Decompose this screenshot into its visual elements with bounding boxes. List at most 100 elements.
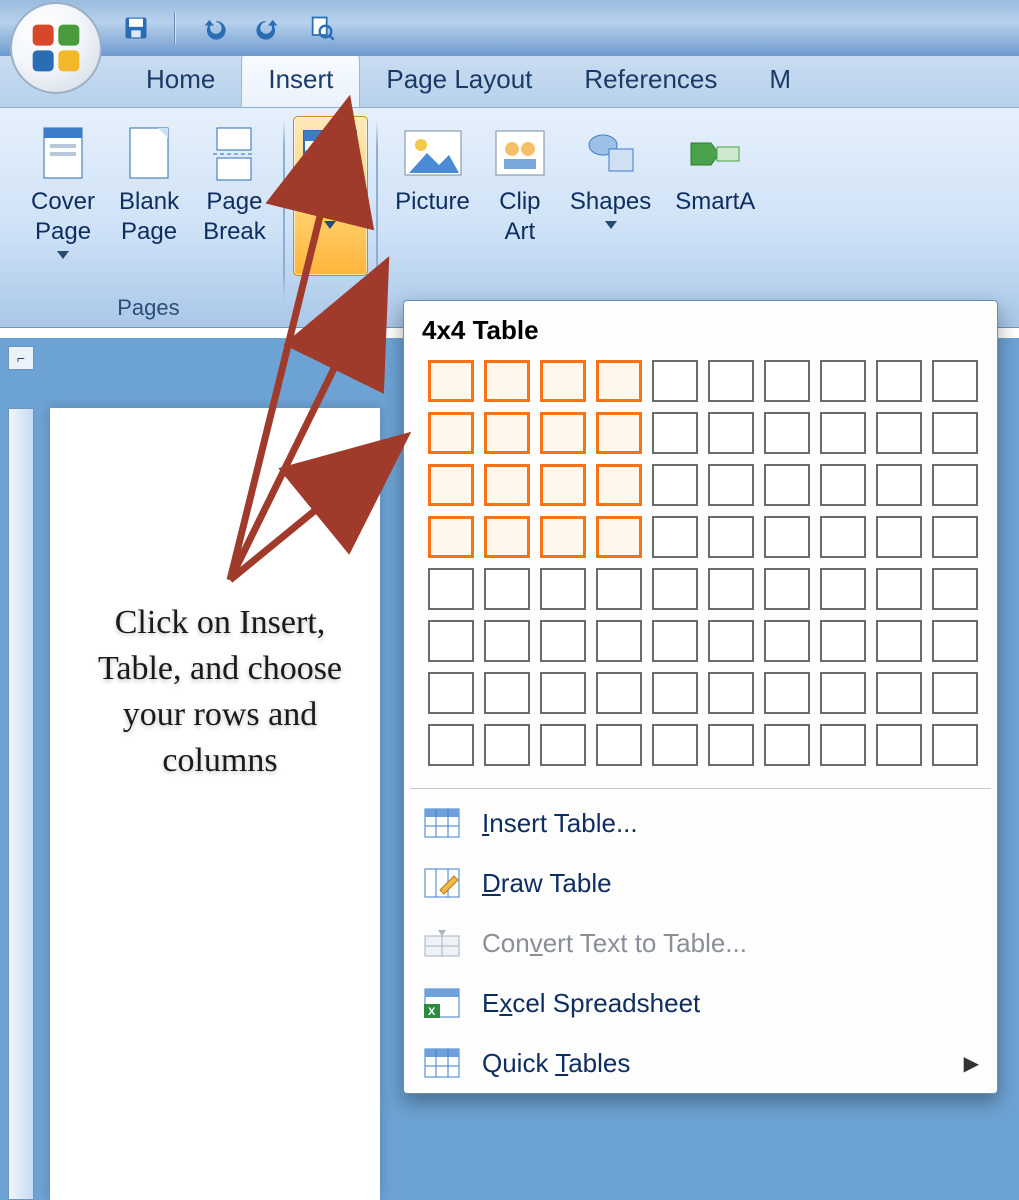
table-grid-cell[interactable]: [428, 412, 474, 454]
table-grid-cell[interactable]: [596, 672, 642, 714]
table-grid-cell[interactable]: [428, 724, 474, 766]
table-grid-cell[interactable]: [932, 568, 978, 610]
table-grid-cell[interactable]: [876, 568, 922, 610]
table-grid-cell[interactable]: [764, 464, 810, 506]
tab-mailings-truncated[interactable]: M: [743, 54, 817, 107]
table-grid-cell[interactable]: [484, 412, 530, 454]
table-grid-cell[interactable]: [764, 568, 810, 610]
table-grid-cell[interactable]: [708, 620, 754, 662]
menu-item-excel-spreadsheet[interactable]: XExcel Spreadsheet: [404, 973, 997, 1033]
save-button[interactable]: [120, 12, 152, 44]
menu-item-draw-table[interactable]: Draw Table: [404, 853, 997, 913]
table-grid-cell[interactable]: [428, 464, 474, 506]
table-grid-cell[interactable]: [540, 620, 586, 662]
table-size-grid[interactable]: [404, 356, 997, 784]
office-button[interactable]: [10, 2, 102, 94]
table-grid-cell[interactable]: [708, 412, 754, 454]
table-grid-cell[interactable]: [708, 516, 754, 558]
vertical-ruler[interactable]: [8, 408, 34, 1200]
table-grid-cell[interactable]: [764, 724, 810, 766]
ruler-corner[interactable]: ⌐: [8, 346, 34, 370]
table-grid-cell[interactable]: [484, 516, 530, 558]
table-grid-cell[interactable]: [932, 464, 978, 506]
table-grid-cell[interactable]: [708, 568, 754, 610]
table-grid-cell[interactable]: [876, 516, 922, 558]
shapes-button[interactable]: Shapes: [561, 116, 660, 276]
table-grid-cell[interactable]: [820, 672, 866, 714]
table-grid-cell[interactable]: [484, 620, 530, 662]
table-grid-cell[interactable]: [932, 620, 978, 662]
table-grid-cell[interactable]: [484, 672, 530, 714]
tab-page-layout[interactable]: Page Layout: [360, 54, 558, 107]
page-break-button[interactable]: Page Break: [194, 116, 275, 276]
table-grid-cell[interactable]: [820, 464, 866, 506]
table-grid-cell[interactable]: [540, 464, 586, 506]
table-grid-cell[interactable]: [596, 360, 642, 402]
clip-art-button[interactable]: Clip Art: [485, 116, 555, 276]
tab-home[interactable]: Home: [120, 54, 241, 107]
table-grid-cell[interactable]: [932, 672, 978, 714]
table-grid-cell[interactable]: [820, 724, 866, 766]
table-grid-cell[interactable]: [876, 412, 922, 454]
table-grid-cell[interactable]: [428, 568, 474, 610]
document-page[interactable]: [50, 408, 380, 1200]
table-grid-cell[interactable]: [540, 412, 586, 454]
print-preview-button[interactable]: [306, 12, 338, 44]
undo-button[interactable]: [198, 12, 230, 44]
table-grid-cell[interactable]: [596, 620, 642, 662]
table-grid-cell[interactable]: [764, 412, 810, 454]
table-grid-cell[interactable]: [932, 724, 978, 766]
table-grid-cell[interactable]: [652, 724, 698, 766]
redo-button[interactable]: [252, 12, 284, 44]
table-grid-cell[interactable]: [876, 724, 922, 766]
table-grid-cell[interactable]: [932, 412, 978, 454]
table-grid-cell[interactable]: [652, 568, 698, 610]
menu-item-quick-tables[interactable]: Quick Tables▶: [404, 1033, 997, 1093]
table-grid-cell[interactable]: [708, 724, 754, 766]
table-grid-cell[interactable]: [540, 360, 586, 402]
table-grid-cell[interactable]: [708, 360, 754, 402]
table-grid-cell[interactable]: [652, 620, 698, 662]
table-grid-cell[interactable]: [652, 464, 698, 506]
blank-page-button[interactable]: Blank Page: [110, 116, 188, 276]
table-grid-cell[interactable]: [484, 568, 530, 610]
tab-references[interactable]: References: [558, 54, 743, 107]
smartart-button[interactable]: SmartA: [666, 116, 764, 276]
table-grid-cell[interactable]: [876, 464, 922, 506]
table-grid-cell[interactable]: [428, 672, 474, 714]
table-grid-cell[interactable]: [764, 672, 810, 714]
table-grid-cell[interactable]: [652, 360, 698, 402]
picture-button[interactable]: Picture: [386, 116, 479, 276]
table-grid-cell[interactable]: [484, 360, 530, 402]
table-grid-cell[interactable]: [428, 360, 474, 402]
table-grid-cell[interactable]: [820, 568, 866, 610]
table-grid-cell[interactable]: [484, 464, 530, 506]
table-grid-cell[interactable]: [596, 412, 642, 454]
table-grid-cell[interactable]: [708, 672, 754, 714]
table-grid-cell[interactable]: [596, 464, 642, 506]
menu-item-insert-table[interactable]: Insert Table...: [404, 793, 997, 853]
tab-insert[interactable]: Insert: [241, 53, 360, 107]
table-button[interactable]: Table: [293, 116, 368, 276]
table-grid-cell[interactable]: [932, 516, 978, 558]
table-grid-cell[interactable]: [876, 620, 922, 662]
table-grid-cell[interactable]: [876, 360, 922, 402]
cover-page-button[interactable]: Cover Page: [22, 116, 104, 276]
table-grid-cell[interactable]: [428, 516, 474, 558]
table-grid-cell[interactable]: [596, 568, 642, 610]
table-grid-cell[interactable]: [708, 464, 754, 506]
table-grid-cell[interactable]: [820, 360, 866, 402]
table-grid-cell[interactable]: [540, 568, 586, 610]
table-grid-cell[interactable]: [764, 620, 810, 662]
table-grid-cell[interactable]: [820, 516, 866, 558]
table-grid-cell[interactable]: [484, 724, 530, 766]
table-grid-cell[interactable]: [932, 360, 978, 402]
table-grid-cell[interactable]: [764, 360, 810, 402]
table-grid-cell[interactable]: [540, 516, 586, 558]
table-grid-cell[interactable]: [652, 672, 698, 714]
table-grid-cell[interactable]: [540, 724, 586, 766]
table-grid-cell[interactable]: [764, 516, 810, 558]
table-grid-cell[interactable]: [820, 620, 866, 662]
table-grid-cell[interactable]: [428, 620, 474, 662]
table-grid-cell[interactable]: [652, 516, 698, 558]
